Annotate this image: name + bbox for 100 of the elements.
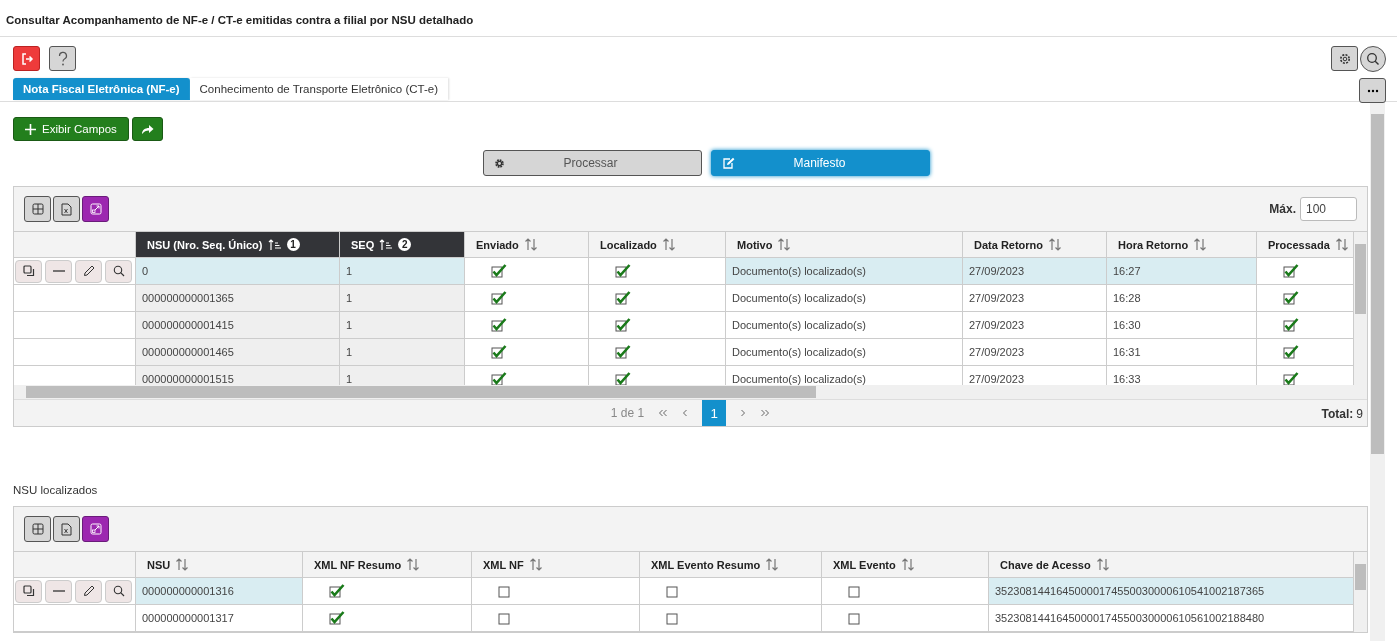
share-button[interactable] <box>131 117 163 141</box>
checked-checkbox[interactable] <box>615 291 631 305</box>
page-scrollbar[interactable] <box>1370 102 1385 641</box>
checked-checkbox[interactable] <box>329 611 345 625</box>
table-cell: Documento(s) localizado(s) <box>726 258 963 285</box>
column-header[interactable]: Motivo <box>726 232 963 258</box>
table-cell: 16:27 <box>1107 258 1257 285</box>
columns-button[interactable] <box>24 516 51 542</box>
expand-button[interactable] <box>82 196 109 222</box>
sort-icon[interactable] <box>528 558 543 571</box>
column-header[interactable]: Localizado <box>589 232 726 258</box>
header-label: Localizado <box>600 238 657 251</box>
sort-icon[interactable] <box>523 238 538 251</box>
section-title: NSU localizados <box>13 484 99 496</box>
header-label: Enviado <box>476 238 519 251</box>
header-label: XML Evento Resumo <box>651 558 761 571</box>
pencil-icon <box>82 585 95 597</box>
view-button[interactable] <box>105 259 132 283</box>
column-header[interactable]: NSU (Nro. Seq. Único) 1 <box>136 232 340 258</box>
table-cell: 16:33 <box>1107 366 1257 385</box>
checked-checkbox[interactable] <box>1283 318 1299 332</box>
remove-button[interactable] <box>45 579 72 603</box>
table-cell: 16:28 <box>1107 285 1257 312</box>
search-icon <box>112 265 125 277</box>
edit-button[interactable] <box>75 259 102 283</box>
table-cell: Documento(s) localizado(s) <box>726 339 963 366</box>
excel-export-button[interactable] <box>53 196 80 222</box>
column-header[interactable]: Chave de Acesso <box>989 552 1354 578</box>
sort-icon[interactable] <box>406 558 421 571</box>
sort-icon[interactable] <box>900 558 915 571</box>
sort-icon[interactable] <box>765 558 780 571</box>
sort-icon[interactable] <box>661 238 676 251</box>
columns-button[interactable] <box>24 196 51 222</box>
sort-icon[interactable] <box>1095 558 1110 571</box>
header-label: SEQ <box>351 238 375 251</box>
help-icon <box>56 50 69 67</box>
exit-icon <box>19 51 34 66</box>
table-cell: 000000000001465 <box>136 339 340 366</box>
column-header[interactable]: SEQ 2 <box>340 232 465 258</box>
expand-button[interactable] <box>82 516 109 542</box>
checked-checkbox[interactable] <box>615 345 631 359</box>
help-button[interactable] <box>49 46 76 71</box>
settings-button[interactable] <box>1331 46 1358 71</box>
page-button[interactable]: 1 <box>702 400 727 426</box>
tab[interactable]: Conhecimento de Transporte Eletrônico (CT-e) <box>189 78 448 100</box>
column-header[interactable]: Hora Retorno <box>1107 232 1257 258</box>
checked-checkbox[interactable] <box>329 584 345 598</box>
header-label: Hora Retorno <box>1118 238 1189 251</box>
table-cell: 1 <box>340 258 465 285</box>
max-rows-field[interactable]: 100 <box>1300 197 1357 221</box>
page-info: 1 de 1 <box>610 406 645 420</box>
table-cell: 16:31 <box>1107 339 1257 366</box>
column-header[interactable]: XML NF <box>472 552 640 578</box>
column-header[interactable]: Processada <box>1257 232 1354 258</box>
settings-icon <box>1338 52 1351 65</box>
excel-export-button[interactable] <box>53 516 80 542</box>
exit-button[interactable] <box>13 46 40 71</box>
checked-checkbox[interactable] <box>491 318 507 332</box>
column-header[interactable]: Data Retorno <box>963 232 1107 258</box>
sort-icon[interactable] <box>175 558 190 571</box>
table-cell: 000000000001316 <box>136 578 303 605</box>
remove-button[interactable] <box>45 259 72 283</box>
spreadsheet-file-icon <box>61 202 72 216</box>
duplicate-button[interactable] <box>15 259 42 283</box>
edit-button[interactable] <box>75 579 102 603</box>
sort-ascending-icon[interactable] <box>379 238 394 251</box>
view-button[interactable] <box>105 579 132 603</box>
duplicate-button[interactable] <box>15 579 42 603</box>
search-button[interactable] <box>1360 46 1386 72</box>
checked-checkbox[interactable] <box>491 345 507 359</box>
checked-checkbox[interactable] <box>1283 345 1299 359</box>
sort-ascending-icon[interactable] <box>267 238 282 251</box>
column-header[interactable]: XML Evento <box>822 552 989 578</box>
sort-icon[interactable] <box>1193 238 1208 251</box>
checked-checkbox[interactable] <box>1283 264 1299 278</box>
horizontal-scrollbar[interactable] <box>14 385 1367 400</box>
checked-checkbox[interactable] <box>491 264 507 278</box>
manifest-button[interactable]: Manifesto <box>710 150 930 176</box>
table-cell: 27/09/2023 <box>963 285 1107 312</box>
sort-icon[interactable] <box>1048 238 1063 251</box>
show-fields-button[interactable]: Exibir Campos <box>13 117 129 141</box>
expand-icon <box>89 203 102 215</box>
checked-checkbox[interactable] <box>491 291 507 305</box>
grid-icon <box>31 523 44 535</box>
column-header[interactable]: Enviado <box>465 232 589 258</box>
tab[interactable]: Nota Fiscal Eletrônica (NF-e) <box>13 78 190 100</box>
checked-checkbox[interactable] <box>615 318 631 332</box>
process-button[interactable]: Processar <box>482 150 702 176</box>
column-header[interactable]: NSU <box>136 552 303 578</box>
copy-icon <box>22 585 35 597</box>
table-cell: 000000000001515 <box>136 366 340 385</box>
table-cell: 35230814416450000174550030000610561002188480 <box>989 605 1354 632</box>
checked-checkbox[interactable] <box>615 264 631 278</box>
more-button[interactable] <box>1359 78 1386 103</box>
checked-checkbox[interactable] <box>1283 291 1299 305</box>
sort-icon[interactable] <box>777 238 792 251</box>
column-header[interactable]: XML NF Resumo <box>303 552 472 578</box>
sort-icon[interactable] <box>1334 238 1349 251</box>
search-icon <box>1366 52 1380 66</box>
column-header[interactable]: XML Evento Resumo <box>640 552 822 578</box>
